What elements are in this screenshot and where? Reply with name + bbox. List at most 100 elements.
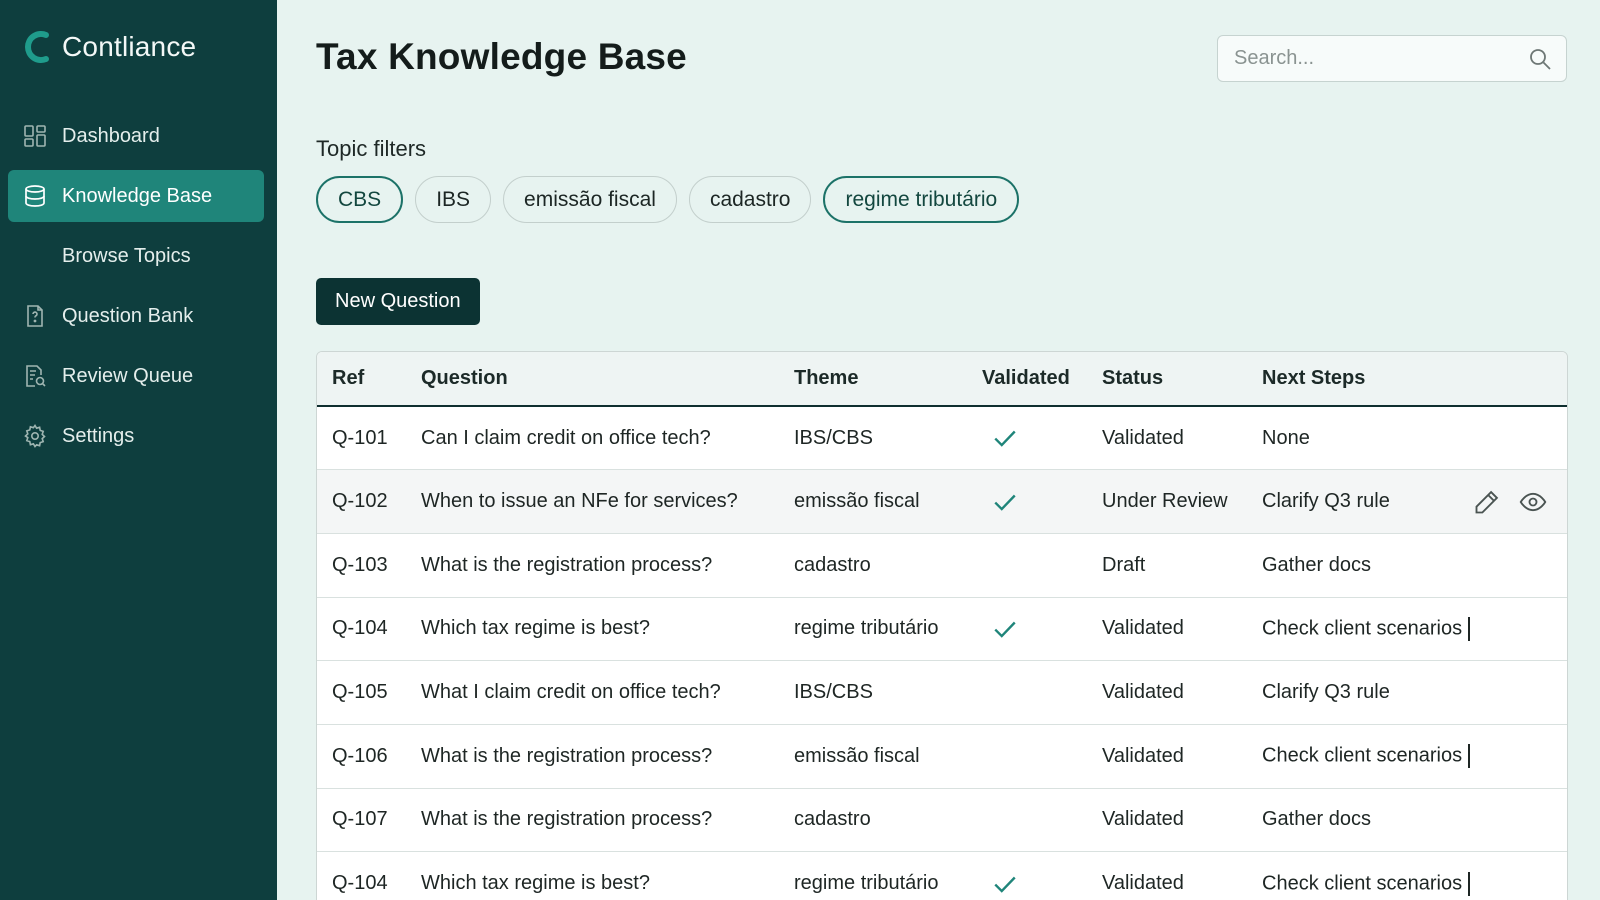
table-row[interactable]: Q-104 Which tax regime is best? regime t… bbox=[317, 852, 1567, 900]
cell-ref: Q-105 bbox=[332, 681, 388, 704]
text-caret bbox=[1468, 871, 1471, 896]
cell-ref: Q-104 bbox=[332, 872, 388, 895]
contliance-logo-icon bbox=[25, 31, 49, 63]
search-icon[interactable] bbox=[1528, 47, 1552, 71]
cell-ref: Q-107 bbox=[332, 808, 388, 831]
table-row[interactable]: Q-105 What I claim credit on office tech… bbox=[317, 661, 1567, 725]
check-icon bbox=[994, 621, 1016, 638]
cell-ref: Q-101 bbox=[332, 426, 388, 449]
main-content: Tax Knowledge Base Topic filters CBS IBS… bbox=[277, 0, 1600, 900]
cell-status: Validated bbox=[1102, 617, 1184, 640]
sidebar-item-settings[interactable]: Settings bbox=[8, 410, 264, 462]
column-header-ref[interactable]: Ref bbox=[317, 352, 406, 407]
cell-ref: Q-103 bbox=[332, 553, 388, 576]
cell-ref: Q-104 bbox=[332, 617, 388, 640]
sidebar-item-question-bank[interactable]: Question Bank bbox=[8, 290, 264, 342]
table-row[interactable]: Q-107 What is the registration process? … bbox=[317, 788, 1567, 852]
text-caret bbox=[1468, 616, 1471, 641]
cell-status: Validated bbox=[1102, 426, 1184, 449]
filter-chip-regime-tributario[interactable]: regime tributário bbox=[823, 176, 1020, 223]
cell-theme: emissão fiscal bbox=[794, 744, 920, 767]
cell-validated bbox=[967, 724, 1087, 788]
sidebar-item-label: Review Queue bbox=[62, 364, 194, 387]
new-question-button[interactable]: New Question bbox=[316, 278, 480, 325]
pencil-icon bbox=[1475, 490, 1499, 513]
cell-theme: IBS/CBS bbox=[794, 681, 873, 704]
cell-validated bbox=[967, 533, 1087, 597]
sidebar-item-knowledge-base[interactable]: Knowledge Base bbox=[8, 170, 264, 222]
cell-theme: cadastro bbox=[794, 808, 871, 831]
cell-status: Draft bbox=[1102, 553, 1146, 576]
search-box[interactable] bbox=[1217, 35, 1567, 82]
cell-status: Validated bbox=[1102, 744, 1184, 767]
sidebar: Contliance Dashboard Knowledge Base Brow… bbox=[0, 0, 277, 900]
next-steps-text: Check client scenarios bbox=[1262, 744, 1463, 767]
filter-chip-cadastro[interactable]: cadastro bbox=[688, 176, 812, 223]
cell-theme: emissão fiscal bbox=[794, 490, 920, 513]
question-file-icon bbox=[22, 303, 48, 329]
cell-question: Which tax regime is best? bbox=[421, 617, 650, 640]
topic-filters-label: Topic filters bbox=[316, 136, 427, 161]
sidebar-item-dashboard[interactable]: Dashboard bbox=[8, 110, 264, 162]
cell-validated bbox=[967, 661, 1087, 725]
table-row[interactable]: Q-102 When to issue an NFe for services?… bbox=[317, 469, 1567, 534]
cell-theme: IBS/CBS bbox=[794, 426, 873, 449]
check-icon bbox=[994, 494, 1016, 511]
brand-name: Contliance bbox=[62, 31, 197, 62]
table-row[interactable]: Q-101 Can I claim credit on office tech?… bbox=[317, 406, 1567, 470]
filter-chip-cbs[interactable]: CBS bbox=[316, 176, 404, 223]
check-icon bbox=[994, 430, 1016, 447]
cell-validated bbox=[967, 788, 1087, 852]
column-header-validated[interactable]: Validated bbox=[967, 352, 1087, 407]
column-header-status[interactable]: Status bbox=[1087, 352, 1247, 407]
table-header-row: Ref Question Theme Validated Status Next… bbox=[317, 352, 1567, 407]
sidebar-item-review-queue[interactable]: Review Queue bbox=[8, 350, 264, 402]
column-header-theme[interactable]: Theme bbox=[779, 352, 967, 407]
table-row[interactable]: Q-104 Which tax regime is best? regime t… bbox=[317, 597, 1567, 661]
cell-question: When to issue an NFe for services? bbox=[421, 490, 738, 513]
sidebar-item-label: Dashboard bbox=[62, 124, 160, 147]
table-row[interactable]: Q-103 What is the registration process? … bbox=[317, 533, 1567, 598]
next-steps-text: Clarify Q3 rule bbox=[1262, 490, 1390, 513]
cell-question: What is the registration process? bbox=[421, 553, 713, 576]
cell-next-steps: Clarify Q3 rule bbox=[1247, 470, 1567, 534]
check-icon bbox=[994, 876, 1016, 893]
sidebar-item-browse-topics[interactable]: Browse Topics bbox=[8, 230, 264, 282]
column-header-question[interactable]: Question bbox=[406, 352, 779, 407]
review-search-icon bbox=[22, 363, 48, 389]
cell-status: Validated bbox=[1102, 681, 1184, 704]
sidebar-item-label: Browse Topics bbox=[62, 244, 191, 267]
eye-icon bbox=[1519, 492, 1547, 511]
cell-next-steps: Gather docs bbox=[1262, 808, 1371, 831]
cell-status: Validated bbox=[1102, 808, 1184, 831]
cell-question: What I claim credit on office tech? bbox=[421, 681, 721, 704]
page-title: Tax Knowledge Base bbox=[316, 36, 687, 77]
text-caret bbox=[1468, 744, 1471, 769]
edit-button[interactable] bbox=[1473, 488, 1501, 516]
column-header-next-steps[interactable]: Next Steps bbox=[1247, 352, 1567, 407]
filter-chip-emissao-fiscal[interactable]: emissão fiscal bbox=[503, 176, 677, 223]
cell-next-steps: Check client scenarios bbox=[1247, 597, 1567, 661]
sidebar-item-label: Question Bank bbox=[62, 304, 194, 327]
table-row[interactable]: Q-106 What is the registration process? … bbox=[317, 724, 1567, 789]
cell-theme: cadastro bbox=[794, 553, 871, 576]
sidebar-nav: Dashboard Knowledge Base Browse Topics Q… bbox=[8, 110, 264, 470]
cell-validated bbox=[967, 406, 1087, 470]
search-input[interactable] bbox=[1218, 36, 1518, 81]
cell-question: Can I claim credit on office tech? bbox=[421, 426, 711, 449]
next-steps-text: Check client scenarios bbox=[1262, 617, 1463, 640]
sidebar-item-label: Settings bbox=[62, 424, 135, 447]
cell-validated bbox=[967, 597, 1087, 661]
cell-theme: regime tributário bbox=[794, 617, 939, 640]
questions-table: Ref Question Theme Validated Status Next… bbox=[316, 351, 1568, 900]
topic-filter-chips: CBS IBS emissão fiscal cadastro regime t… bbox=[316, 176, 1031, 223]
brand[interactable]: Contliance bbox=[22, 30, 196, 64]
cell-next-steps: Clarify Q3 rule bbox=[1262, 681, 1390, 704]
gear-icon bbox=[22, 423, 48, 449]
filter-chip-ibs[interactable]: IBS bbox=[415, 176, 492, 223]
sidebar-item-label: Knowledge Base bbox=[62, 184, 213, 207]
view-button[interactable] bbox=[1519, 488, 1547, 516]
cell-next-steps: None bbox=[1262, 426, 1310, 449]
row-actions bbox=[1455, 488, 1547, 516]
cell-status: Under Review bbox=[1102, 490, 1228, 513]
